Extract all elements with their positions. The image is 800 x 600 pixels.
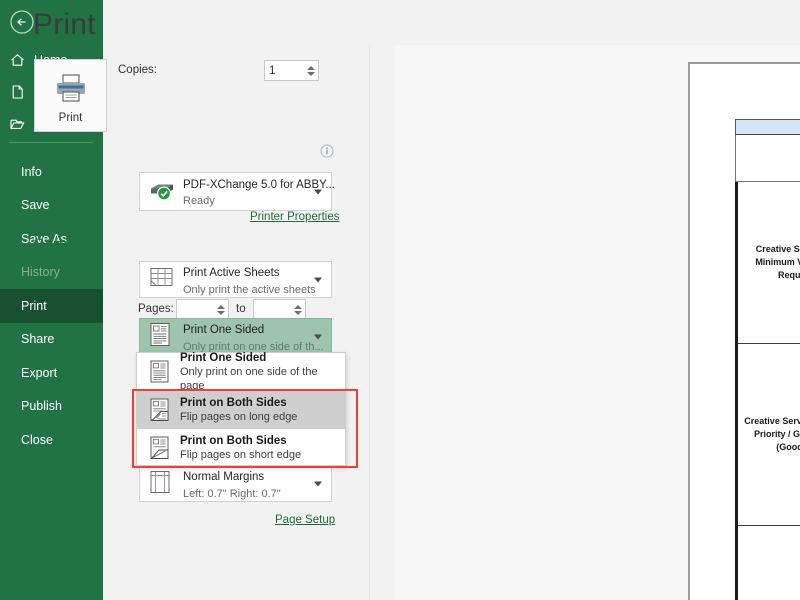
sidebar-item-export[interactable]: Export (0, 356, 103, 390)
preview-table-cell (738, 526, 800, 600)
column-divider (369, 45, 370, 600)
sidebar-main-group: Info Save Save As History Print Share Ex… (0, 155, 103, 457)
spinner-up-icon[interactable] (217, 304, 225, 309)
margins-title: Normal Margins (183, 471, 265, 483)
sidebar-item-label: Close (21, 432, 53, 447)
menu-item-both-sides-short-edge[interactable]: Print on Both Sides Flip pages on short … (137, 429, 345, 467)
preview-table-column: Creative Service Type A: Minimum Video C… (735, 182, 800, 600)
print-preview-page[interactable]: Creative Service Type A: Minimum Video C… (688, 62, 800, 600)
printer-selector[interactable]: PDF-XChange 5.0 for ABBY... Ready (139, 172, 335, 211)
menu-item-subtitle: Flip pages on long edge (180, 411, 298, 423)
menu-item-both-sides-long-edge[interactable]: Print on Both Sides Flip pages on long e… (137, 391, 345, 429)
printer-name: PDF-XChange 5.0 for ABBY... (183, 179, 335, 191)
home-icon (9, 52, 26, 68)
pages-to-label: to (236, 303, 246, 315)
menu-item-title: Print on Both Sides (180, 435, 287, 447)
sidebar-item-close[interactable]: Close (0, 423, 103, 457)
sidebar-item-label: History (21, 265, 60, 280)
pages-from-stepper[interactable] (176, 299, 229, 320)
pages-label: Pages: (138, 303, 174, 315)
one-sided-page-icon (145, 359, 175, 385)
sidebar-item-label: Save (21, 198, 50, 213)
print-button[interactable]: Print (34, 59, 107, 132)
spinner-down-icon[interactable] (217, 310, 225, 315)
menu-item-text: Print One Sided Only print on one side o… (180, 351, 345, 393)
info-circle-icon[interactable] (320, 144, 334, 158)
sidebar-item-save[interactable]: Save (0, 189, 103, 223)
chevron-down-icon[interactable] (314, 334, 322, 339)
sidebar-divider (9, 142, 93, 143)
page-title: Print (33, 8, 96, 41)
preview-table-cell: Creative Service Type B: High Priority /… (738, 344, 800, 526)
print-what-selector[interactable]: Print Active Sheets Only print the activ… (139, 261, 332, 298)
menu-item-title: Print One Sided (180, 352, 267, 364)
print-sides-selector[interactable]: Print One Sided Only print on one side o… (139, 318, 332, 355)
sidebar-item-label: Info (21, 164, 42, 179)
sheet-grid-icon (147, 264, 175, 295)
spinner-down-icon[interactable] (307, 71, 315, 76)
printer-properties-link[interactable]: Printer Properties (250, 211, 339, 223)
print-sides-title: Print One Sided (183, 324, 265, 336)
margins-selector[interactable]: Normal Margins Left: 0.7" Right: 0.7" (139, 465, 332, 502)
sidebar-item-print[interactable]: Print (0, 289, 103, 323)
sidebar-item-label: Export (21, 365, 58, 380)
preview-table-header-row (735, 119, 800, 135)
page-setup-link[interactable]: Page Setup (275, 514, 335, 526)
one-sided-page-icon (147, 320, 173, 353)
print-backstage-view: Home New Open Info (0, 0, 800, 600)
margins-subtitle: Left: 0.7" Right: 0.7" (183, 488, 281, 500)
both-sides-long-edge-icon (145, 397, 175, 423)
printer-ready-icon (147, 176, 177, 207)
print-button-label: Print (58, 112, 83, 124)
spinner-up-icon[interactable] (294, 304, 302, 309)
spinner-down-icon[interactable] (294, 310, 302, 315)
printer-status: Ready (183, 195, 215, 207)
settings-section-heading: Settings (33, 235, 95, 254)
sidebar-item-publish[interactable]: Publish (0, 390, 103, 424)
pages-to-spin-arrows[interactable] (293, 300, 303, 319)
spinner-up-icon[interactable] (307, 65, 315, 70)
sidebar-item-label: Share (21, 332, 55, 347)
menu-item-print-one-sided[interactable]: Print One Sided Only print on one side o… (137, 351, 345, 393)
sidebar-item-history: History (0, 256, 103, 290)
print-what-title: Print Active Sheets (183, 267, 280, 279)
preview-table-cell: Creative Service Type A: Minimum Video C… (738, 182, 800, 344)
print-sides-dropdown-menu: Print One Sided Only print on one side o… (136, 352, 346, 466)
chevron-down-icon[interactable] (314, 481, 322, 486)
menu-item-subtitle: Flip pages on short edge (180, 449, 302, 461)
both-sides-short-edge-icon (145, 435, 175, 461)
copies-stepper[interactable] (264, 60, 319, 81)
printer-section-heading: Printer (33, 145, 84, 164)
sidebar-item-label: Print (21, 298, 47, 313)
sidebar-item-share[interactable]: Share (0, 323, 103, 357)
chevron-down-icon[interactable] (314, 189, 322, 194)
print-what-subtitle: Only print the active sheets (183, 284, 316, 296)
pages-from-spin-arrows[interactable] (216, 300, 226, 319)
copies-label: Copies: (118, 64, 157, 76)
preview-table-blank-row (735, 135, 800, 182)
menu-item-text: Print on Both Sides Flip pages on short … (180, 434, 301, 462)
sidebar-item-label: Publish (21, 399, 62, 414)
open-folder-icon (9, 116, 26, 132)
menu-item-text: Print on Both Sides Flip pages on long e… (180, 396, 297, 424)
margins-icon (147, 468, 173, 499)
printer-icon (54, 73, 88, 108)
chevron-down-icon[interactable] (314, 277, 322, 282)
pages-to-stepper[interactable] (253, 299, 306, 320)
menu-item-subtitle: Only print on one side of the page (180, 366, 318, 392)
menu-item-title: Print on Both Sides (180, 397, 287, 409)
new-document-icon (9, 84, 26, 100)
print-settings-column (103, 0, 370, 600)
copies-spin-arrows[interactable] (306, 61, 316, 80)
